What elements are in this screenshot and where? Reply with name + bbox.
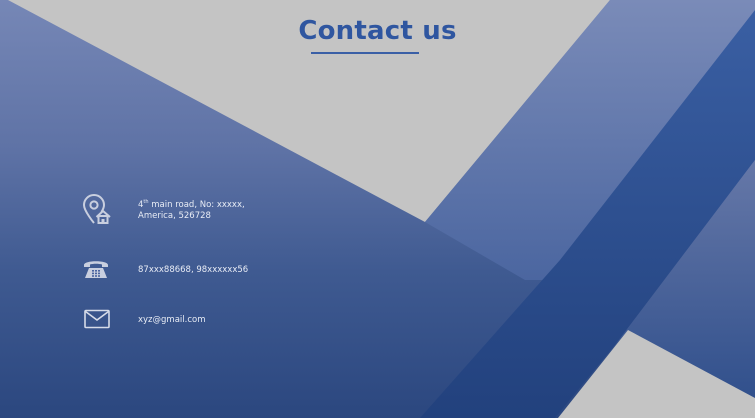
page-title: Contact us	[298, 16, 457, 46]
title-container: Contact us	[0, 16, 755, 46]
telephone-icon	[84, 261, 108, 278]
contact-slide: Contact us 4th main road, No: xxxxx, Ame…	[0, 0, 755, 418]
location-home-icon	[82, 194, 111, 224]
phone-text: 87xxx88668, 98xxxxxx56	[138, 265, 249, 275]
address-line-2: America, 526728	[138, 211, 211, 221]
title-underline	[311, 52, 419, 54]
address-text: 4th main road, No: xxxxx, America, 52672…	[138, 200, 245, 222]
email-text: xyz@gmail.com	[138, 315, 206, 325]
address-line-1: main road, No: xxxxx,	[148, 200, 245, 210]
envelope-icon	[84, 309, 110, 329]
background-shapes	[8, 0, 755, 418]
